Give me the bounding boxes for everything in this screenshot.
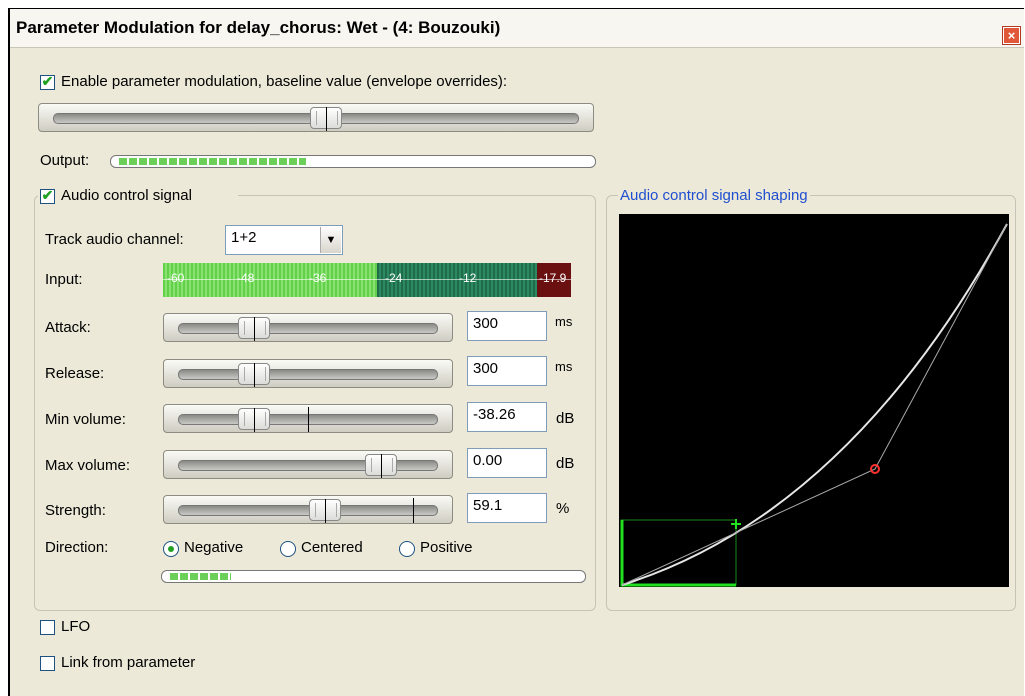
max-volume-slider[interactable] xyxy=(163,450,453,479)
track-channel-label: Track audio channel: xyxy=(45,231,184,248)
close-icon[interactable]: × xyxy=(1003,27,1020,44)
strength-unit: % xyxy=(556,500,570,517)
strength-label: Strength: xyxy=(45,502,106,519)
slider-groove xyxy=(178,368,438,380)
direction-positive-radio[interactable] xyxy=(399,541,415,557)
max-volume-label: Max volume: xyxy=(45,457,131,474)
min-volume-label: Min volume: xyxy=(45,411,126,428)
direction-meter-fill xyxy=(170,573,231,580)
chevron-down-icon[interactable]: ▼ xyxy=(320,227,341,253)
baseline-slider-thumb[interactable] xyxy=(310,107,343,131)
attack-slider-thumb[interactable] xyxy=(238,317,271,341)
lfo-label: LFO xyxy=(61,618,91,635)
input-tick-label: -60 xyxy=(167,271,185,285)
enable-modulation-label: Enable parameter modulation, baseline va… xyxy=(61,73,508,90)
input-tick-label: -36 xyxy=(309,271,327,285)
direction-label: Direction: xyxy=(45,539,109,556)
direction-centered-radio[interactable] xyxy=(280,541,296,557)
min-volume-slider[interactable] xyxy=(163,404,453,433)
output-label: Output: xyxy=(40,152,90,169)
title-bar[interactable]: Parameter Modulation for delay_chorus: W… xyxy=(10,9,1024,48)
release-slider[interactable] xyxy=(163,359,453,388)
input-tick-label: -24 xyxy=(385,271,403,285)
strength-value-field[interactable]: 59.1 xyxy=(467,493,547,523)
min-volume-slider-thumb[interactable] xyxy=(238,408,271,432)
direction-negative-label: Negative xyxy=(184,539,244,556)
attack-label: Attack: xyxy=(45,319,91,336)
strength-slider-thumb[interactable] xyxy=(309,499,342,523)
direction-positive-label: Positive xyxy=(420,539,473,556)
shaping-label: Audio control signal shaping xyxy=(618,187,810,204)
shaping-graph[interactable] xyxy=(619,214,1009,587)
attack-unit: ms xyxy=(555,314,573,329)
strength-marker xyxy=(412,498,414,523)
direction-centered-label: Centered xyxy=(301,539,363,556)
release-label: Release: xyxy=(45,365,105,382)
release-slider-thumb[interactable] xyxy=(238,363,271,387)
audio-control-label: Audio control signal xyxy=(61,187,192,204)
input-tick-label: -17.9 xyxy=(539,271,567,285)
enable-modulation-checkbox[interactable]: ✔ xyxy=(40,73,55,90)
meter-green xyxy=(163,263,377,297)
baseline-slider[interactable] xyxy=(38,103,594,132)
input-label: Input: xyxy=(45,271,83,288)
max-volume-value-field[interactable]: 0.00 xyxy=(467,448,547,478)
window-title: Parameter Modulation for delay_chorus: W… xyxy=(16,18,501,37)
parameter-modulation-window: Parameter Modulation for delay_chorus: W… xyxy=(8,8,1024,696)
attack-slider[interactable] xyxy=(163,313,453,342)
attack-value-field[interactable]: 300 xyxy=(467,311,547,341)
input-tick-label: -48 xyxy=(237,271,255,285)
input-tick-label: -12 xyxy=(459,271,477,285)
min-volume-value-field[interactable]: -38.26 xyxy=(467,402,547,432)
min-volume-marker xyxy=(308,407,309,432)
slider-groove xyxy=(178,504,438,516)
max-volume-unit: dB xyxy=(556,455,575,472)
checkmark-icon: ✔ xyxy=(41,187,54,203)
output-meter-fill xyxy=(119,158,306,165)
direction-meter xyxy=(161,570,586,583)
direction-negative-radio[interactable] xyxy=(163,541,179,557)
release-value-field[interactable]: 300 xyxy=(467,356,547,386)
max-volume-slider-thumb[interactable] xyxy=(365,454,398,478)
audio-control-checkbox[interactable]: ✔ xyxy=(40,187,55,204)
input-meter: -60 -48 -36 -24 -12 -17.9 xyxy=(163,263,571,297)
min-volume-unit: dB xyxy=(556,410,575,427)
output-meter xyxy=(110,155,596,168)
slider-groove xyxy=(178,459,438,471)
link-from-parameter-checkbox[interactable] xyxy=(40,656,55,671)
meter-line xyxy=(163,279,571,280)
lfo-checkbox[interactable] xyxy=(40,620,55,635)
link-from-parameter-label: Link from parameter xyxy=(61,654,196,671)
radio-selected-dot xyxy=(168,546,174,552)
release-unit: ms xyxy=(555,359,573,374)
checkmark-icon: ✔ xyxy=(41,73,54,89)
track-channel-select[interactable]: 1+2 ▼ xyxy=(225,225,343,255)
track-channel-value: 1+2 xyxy=(231,229,257,246)
slider-groove xyxy=(178,322,438,334)
shaping-background xyxy=(619,214,1009,587)
strength-slider[interactable] xyxy=(163,495,453,524)
